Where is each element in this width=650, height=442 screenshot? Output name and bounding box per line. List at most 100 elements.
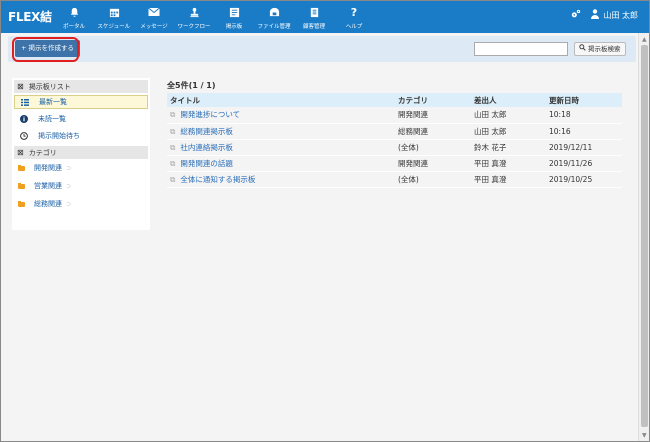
category-icon: ⊠ (17, 148, 24, 157)
app-logo[interactable]: FLEX結 (8, 8, 52, 25)
document-icon: ⧉ (170, 126, 176, 136)
table-row: ⧉ 開発関連の話題 開発関連 平田 真澄 2019/11/26 (167, 155, 622, 172)
row-sender: 鈴木 花子 (471, 139, 546, 156)
board-search-button[interactable]: 掲示板検索 (574, 42, 626, 56)
document-icon: ⧉ (170, 174, 176, 184)
category-header-label: カテゴリ (28, 148, 57, 157)
nav-label: 顧客管理 (302, 23, 326, 30)
nav-board[interactable]: 掲示板 (214, 0, 254, 33)
sidebar-item-label: 掲示開始待ち (38, 132, 80, 140)
document-icon: ⧉ (170, 110, 176, 120)
document-icon: ⧉ (170, 158, 176, 168)
row-updated: 2019/11/26 (546, 155, 622, 172)
document-icon: ⧉ (170, 142, 176, 152)
post-title-link[interactable]: 開発関連の話題 (180, 159, 233, 168)
nav-label: メッセージ (140, 23, 168, 30)
category-header: ⊠ カテゴリ (14, 146, 148, 159)
file-icon (268, 6, 280, 18)
column-header-title[interactable]: タイトル (167, 93, 395, 107)
search-input[interactable] (474, 42, 568, 56)
table-row: ⧉ 開発進捗について 開発関連 山田 太郎 10:18 (167, 107, 622, 124)
envelope-icon (148, 6, 160, 18)
board-table: タイトル カテゴリ 差出人 更新日時 ⧉ 開発進捗について 開発関連 山田 太郎 … (167, 93, 622, 188)
category-label: 開発関連 (34, 164, 62, 172)
gear-icon[interactable] (571, 9, 581, 21)
nav-label: ヘルプ (345, 23, 363, 30)
category-item-general-affairs[interactable]: 総務関連 ⊃ (14, 197, 148, 211)
nav-schedule[interactable]: スケジュール (94, 0, 134, 33)
sidebar-item-unread[interactable]: 未読一覧 (14, 112, 148, 126)
column-header-updated[interactable]: 更新日時 (546, 93, 622, 107)
row-sender: 山田 太郎 (471, 107, 546, 124)
search-icon (579, 43, 586, 55)
category-item-development[interactable]: 開発関連 ⊃ (14, 161, 148, 175)
user-icon (591, 9, 600, 21)
row-updated: 10:16 (546, 123, 622, 140)
folder-icon (18, 164, 25, 171)
row-category: 総務関連 (395, 123, 471, 140)
scroll-up-arrow-icon[interactable]: ▲ (642, 36, 647, 43)
sidebar-item-latest[interactable]: 最新一覧 (14, 95, 148, 109)
nav-label: スケジュール (97, 23, 131, 30)
board-list-icon: ⊠ (17, 82, 24, 91)
nav-portal[interactable]: ポータル (54, 0, 94, 33)
sidebar: ⊠ 掲示板リスト 最新一覧 未読一覧 掲示開始待ち ⊠ カテゴリ 開発関連 ⊃ … (12, 78, 150, 230)
category-item-sales[interactable]: 営業関連 ⊃ (14, 179, 148, 193)
category-label: 総務関連 (34, 200, 62, 208)
folder-icon (18, 200, 25, 207)
stamp-icon (188, 6, 200, 18)
nav-label: ファイル管理 (257, 23, 291, 30)
vertical-scrollbar[interactable]: ▲ ▼ (638, 33, 650, 442)
post-title-link[interactable]: 開発進捗について (180, 110, 240, 119)
column-header-category[interactable]: カテゴリ (395, 93, 471, 107)
board-list-header-label: 掲示板リスト (28, 82, 71, 91)
post-title-link[interactable]: 社内連絡掲示板 (180, 143, 233, 152)
row-updated: 2019/12/11 (546, 139, 622, 156)
board-toolbar: + 掲示を作成する 掲示板検索 (8, 36, 636, 62)
nav-help[interactable]: ? ヘルプ (334, 0, 374, 33)
row-category: 開発関連 (395, 107, 471, 124)
nav-workflow[interactable]: ワークフロー (174, 0, 214, 33)
board-list-header: ⊠ 掲示板リスト (14, 80, 148, 93)
category-label: 営業関連 (34, 182, 62, 190)
row-sender: 平田 真澄 (471, 155, 546, 172)
row-category: (全体) (395, 139, 471, 156)
row-updated: 10:18 (546, 107, 622, 124)
user-menu[interactable]: 山田 太郎 (571, 9, 638, 21)
column-header-sender[interactable]: 差出人 (471, 93, 546, 107)
list-icon (19, 98, 31, 106)
row-updated: 2019/10/25 (546, 171, 622, 188)
board-icon (228, 6, 240, 18)
nav-file[interactable]: ファイル管理 (254, 0, 294, 33)
sidebar-item-pending[interactable]: 掲示開始待ち (14, 129, 148, 143)
clock-icon (18, 132, 30, 140)
scrollbar-thumb[interactable] (641, 45, 648, 427)
create-post-button[interactable]: + 掲示を作成する (15, 40, 81, 57)
row-category: (全体) (395, 171, 471, 188)
scroll-down-arrow-icon[interactable]: ▼ (642, 432, 647, 439)
rss-icon[interactable]: ⊃ (66, 165, 71, 172)
rss-icon[interactable]: ⊃ (66, 201, 71, 208)
row-sender: 平田 真澄 (471, 171, 546, 188)
table-header-row: タイトル カテゴリ 差出人 更新日時 (167, 93, 622, 107)
sidebar-item-label: 最新一覧 (39, 98, 67, 106)
post-title-link[interactable]: 総務関連掲示板 (180, 127, 233, 136)
bell-icon (68, 6, 80, 18)
post-title-link[interactable]: 全体に通知する掲示板 (180, 175, 255, 184)
top-nav-bar: FLEX結 ポータル スケジュール メッセージ ワークフロー 掲示板 ファイル管… (0, 0, 650, 33)
info-icon (18, 115, 30, 123)
customer-icon (308, 6, 320, 18)
calendar-icon (108, 6, 120, 18)
rss-icon[interactable]: ⊃ (66, 183, 71, 190)
folder-icon (18, 182, 25, 189)
question-icon: ? (350, 5, 358, 19)
nav-customer[interactable]: 顧客管理 (294, 0, 334, 33)
nav-label: 掲示板 (225, 23, 243, 30)
nav-message[interactable]: メッセージ (134, 0, 174, 33)
table-row: ⧉ 全体に通知する掲示板 (全体) 平田 真澄 2019/10/25 (167, 171, 622, 188)
nav-label: ワークフロー (177, 23, 211, 30)
main-nav: ポータル スケジュール メッセージ ワークフロー 掲示板 ファイル管理 顧客管理… (54, 0, 374, 33)
table-row: ⧉ 総務関連掲示板 総務関連 山田 太郎 10:16 (167, 123, 622, 140)
nav-label: ポータル (62, 23, 86, 30)
sidebar-item-label: 未読一覧 (38, 115, 66, 123)
